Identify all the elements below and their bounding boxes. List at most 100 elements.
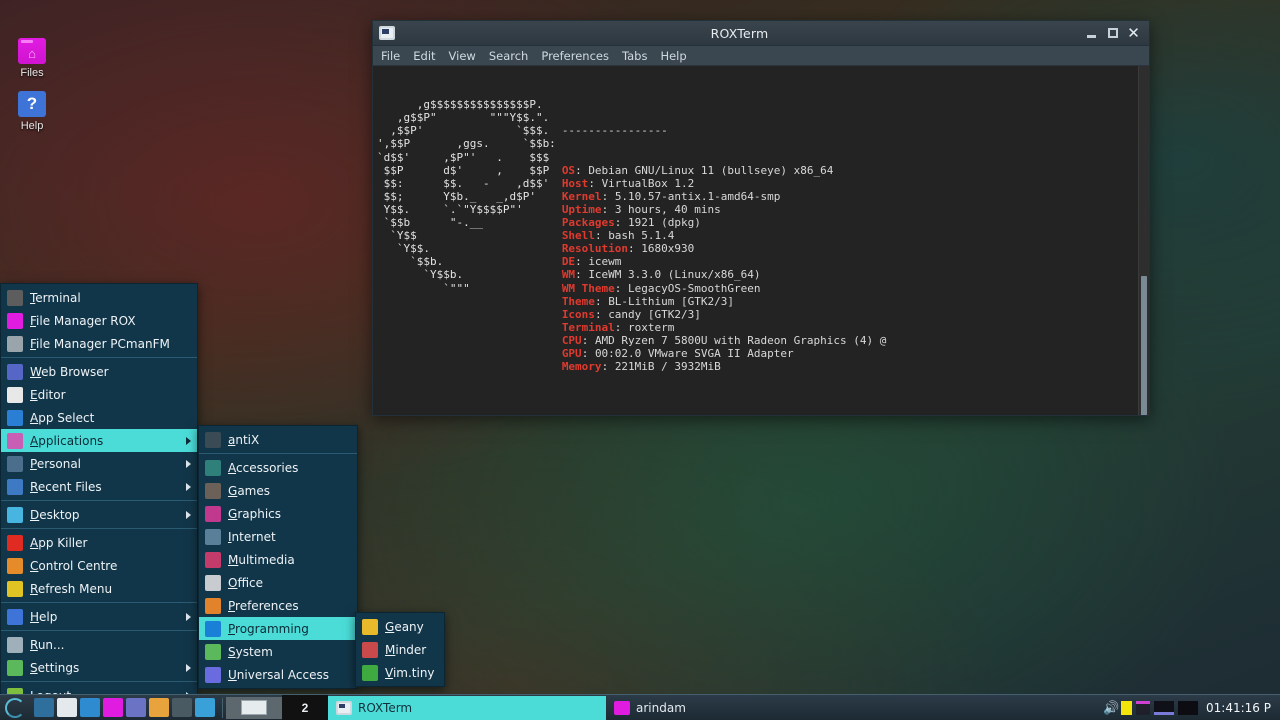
- task-button-arindam[interactable]: arindam: [606, 696, 846, 720]
- submenu-arrow-icon: [186, 613, 191, 621]
- menu-view[interactable]: View: [449, 49, 476, 63]
- apps-item-internet[interactable]: Internet: [199, 525, 357, 548]
- start-menu-button[interactable]: [0, 695, 30, 720]
- menu-separator: [1, 500, 197, 501]
- menu-item-file-manager-rox[interactable]: File Manager ROX: [1, 309, 197, 332]
- maximize-button[interactable]: [1105, 26, 1120, 41]
- menu-item-label: Minder: [385, 643, 438, 657]
- window-titlebar[interactable]: ROXTerm ✕: [373, 21, 1149, 46]
- neofetch-info-lines: OS: Debian GNU/Linux 11 (bullseye) x86_6…: [562, 164, 887, 374]
- apps-item-programming[interactable]: Programming: [199, 617, 357, 640]
- terminal-scrollbar[interactable]: [1138, 66, 1149, 415]
- question-mark-icon: [7, 609, 23, 625]
- terminal-icon[interactable]: [172, 698, 192, 717]
- task-label: arindam: [636, 701, 686, 715]
- prog-item-geany[interactable]: Geany: [356, 615, 444, 638]
- menu-item-app-killer[interactable]: App Killer: [1, 531, 197, 554]
- close-button[interactable]: ✕: [1126, 26, 1141, 41]
- apps-item-office[interactable]: Office: [199, 571, 357, 594]
- universal-access-icon: [205, 667, 221, 683]
- apps-item-universal-access[interactable]: Universal Access: [199, 663, 357, 686]
- menu-tabs[interactable]: Tabs: [622, 49, 647, 63]
- menu-file[interactable]: File: [381, 49, 400, 63]
- apps-item-system[interactable]: System: [199, 640, 357, 663]
- terminal-body[interactable]: ,g$$$$$$$$$$$$$$$P. ,g$$P" """Y$$.". ,$$…: [373, 66, 1149, 415]
- menu-separator: [1, 630, 197, 631]
- submenu-arrow-icon: [186, 460, 191, 468]
- neofetch-key: DE: [562, 255, 575, 268]
- submenu-arrow-icon: [186, 437, 191, 445]
- neofetch-colon: :: [595, 229, 608, 242]
- taskbar[interactable]: 2 ROXTerm arindam 🔊 01:41:16 P: [0, 694, 1280, 720]
- pager-icon[interactable]: [1178, 701, 1198, 715]
- clock[interactable]: 01:41:16 P: [1202, 701, 1280, 715]
- apps-item-preferences[interactable]: Preferences: [199, 594, 357, 617]
- menu-item-terminal[interactable]: Terminal: [1, 286, 197, 309]
- menu-item-help[interactable]: Help: [1, 605, 197, 628]
- menu-item-desktop[interactable]: Desktop: [1, 503, 197, 526]
- show-apps-icon[interactable]: [34, 698, 54, 717]
- menu-item-app-select[interactable]: App Select: [1, 406, 197, 429]
- menu-separator: [1, 681, 197, 682]
- graphics-icon: [205, 506, 221, 522]
- neofetch-separator: ----------------: [562, 124, 887, 137]
- system-icon: [205, 644, 221, 660]
- desktop-icon-help[interactable]: ? Help: [0, 91, 64, 132]
- neofetch-value: roxterm: [628, 321, 674, 334]
- monitor-icon[interactable]: [1154, 701, 1174, 715]
- apps-item-accessories[interactable]: Accessories: [199, 456, 357, 479]
- menu-item-applications[interactable]: Applications: [1, 429, 197, 452]
- menu-item-refresh-menu[interactable]: Refresh Menu: [1, 577, 197, 600]
- desktop-icon-files[interactable]: ⌂ Files: [0, 38, 64, 79]
- icewm-root-menu[interactable]: TerminalFile Manager ROXFile Manager PCm…: [0, 283, 198, 710]
- battery-tray-icon[interactable]: [1121, 701, 1132, 715]
- roxterm-window[interactable]: ROXTerm ✕ File Edit View Search Preferen…: [372, 20, 1150, 416]
- task-list: ROXTerm arindam: [328, 695, 1103, 720]
- apps-item-antix[interactable]: antiX: [199, 428, 357, 451]
- file-manager-icon[interactable]: [57, 698, 77, 717]
- apps-item-games[interactable]: Games: [199, 479, 357, 502]
- battery-icon[interactable]: [149, 698, 169, 717]
- menu-search[interactable]: Search: [489, 49, 529, 63]
- neofetch-colon: :: [602, 203, 615, 216]
- menu-item-file-manager-pcmanfm[interactable]: File Manager PCmanFM: [1, 332, 197, 355]
- menu-item-editor[interactable]: Editor: [1, 383, 197, 406]
- magnifier-icon: [7, 410, 23, 426]
- terminal-icon: [7, 290, 23, 306]
- workspace-button[interactable]: 2: [282, 695, 328, 720]
- show-desktop-button[interactable]: [226, 697, 282, 719]
- menu-item-label: Programming: [228, 622, 351, 636]
- prog-item-minder[interactable]: Minder: [356, 638, 444, 661]
- scrollbar-thumb[interactable]: [1141, 276, 1147, 415]
- menu-edit[interactable]: Edit: [413, 49, 435, 63]
- menu-item-recent-files[interactable]: Recent Files: [1, 475, 197, 498]
- applications-submenu[interactable]: antiX AccessoriesGamesGraphicsInternetMul…: [198, 425, 358, 689]
- question-mark-icon: ?: [18, 91, 46, 117]
- menu-item-run[interactable]: Run...: [1, 633, 197, 656]
- neofetch-colon: :: [615, 282, 628, 295]
- minimize-button[interactable]: [1084, 26, 1099, 41]
- menu-preferences[interactable]: Preferences: [541, 49, 609, 63]
- menu-item-label: Office: [228, 576, 351, 590]
- menu-item-web-browser[interactable]: Web Browser: [1, 360, 197, 383]
- menu-help[interactable]: Help: [660, 49, 686, 63]
- neofetch-row: DE: icewm: [562, 255, 887, 268]
- prog-item-vim-tiny[interactable]: Vim.tiny: [356, 661, 444, 684]
- menu-item-settings[interactable]: Settings: [1, 656, 197, 679]
- usb-drive-icon[interactable]: [80, 698, 100, 717]
- desktop-icon: [7, 507, 23, 523]
- internet-icon: [205, 529, 221, 545]
- volume-icon[interactable]: 🔊: [1103, 701, 1117, 715]
- menu-item-control-centre[interactable]: Control Centre: [1, 554, 197, 577]
- folder-icon[interactable]: [103, 698, 123, 717]
- show-desktop-icon: [241, 700, 267, 715]
- apps-item-multimedia[interactable]: Multimedia: [199, 548, 357, 571]
- menu-item-personal[interactable]: Personal: [1, 452, 197, 475]
- task-button-roxterm[interactable]: ROXTerm: [328, 696, 606, 720]
- layers-icon[interactable]: [195, 698, 215, 717]
- apps-item-graphics[interactable]: Graphics: [199, 502, 357, 525]
- network-icon[interactable]: [1136, 701, 1150, 715]
- programming-submenu[interactable]: Geany Minder Vim.tiny: [355, 612, 445, 687]
- browser-icon[interactable]: [126, 698, 146, 717]
- neofetch-colon: :: [615, 216, 628, 229]
